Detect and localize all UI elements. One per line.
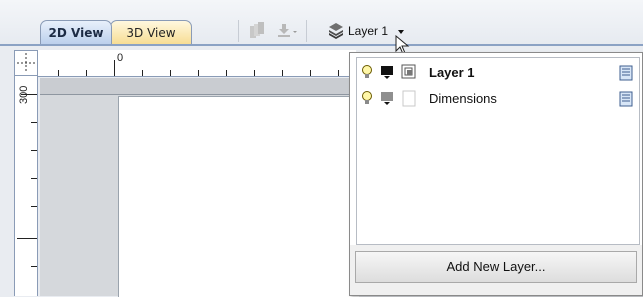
layer-panel-footer: Add New Layer... <box>350 245 642 295</box>
layer-name[interactable]: Dimensions <box>429 91 497 106</box>
layer-dropdown-panel: Layer 1 Dimensions Add New Layer... <box>349 52 643 296</box>
lightbulb-icon[interactable] <box>361 90 373 108</box>
layer-icon <box>329 23 343 39</box>
download-arrow-icon[interactable] <box>274 17 300 47</box>
toolbar-separator <box>306 20 307 42</box>
vertical-ruler: 300 <box>14 76 38 296</box>
properties-icon[interactable] <box>619 91 633 107</box>
dropdown-arrow-icon[interactable] <box>398 30 404 34</box>
drawing-page[interactable] <box>118 96 359 297</box>
lightbulb-icon[interactable] <box>361 64 373 82</box>
monitor-gray-icon[interactable] <box>379 90 395 108</box>
layer-row-layer-1[interactable]: Layer 1 <box>357 62 639 84</box>
tab-2d-view[interactable]: 2D View <box>40 20 112 44</box>
layer-copy-icon[interactable] <box>401 64 417 82</box>
canvas-margin <box>40 78 356 95</box>
add-new-layer-button[interactable]: Add New Layer... <box>355 251 637 283</box>
layers-stack-icon[interactable] <box>246 17 268 47</box>
blank-page-icon[interactable] <box>401 90 417 108</box>
toolbar-separator <box>238 20 239 42</box>
horizontal-ruler: 0 <box>38 50 356 77</box>
properties-icon[interactable] <box>619 65 633 81</box>
layer-name[interactable]: Layer 1 <box>429 65 475 80</box>
tab-3d-view[interactable]: 3D View <box>110 20 192 44</box>
ruler-label: 0 <box>117 52 124 64</box>
monitor-black-icon[interactable] <box>379 64 395 82</box>
crosshair-icon <box>17 53 35 73</box>
layer-row-dimensions[interactable]: Dimensions <box>357 88 639 110</box>
ruler-origin-corner[interactable] <box>14 50 38 76</box>
layer-dropdown-button[interactable]: Layer 1 <box>348 24 388 38</box>
layer-list: Layer 1 Dimensions <box>356 57 640 245</box>
